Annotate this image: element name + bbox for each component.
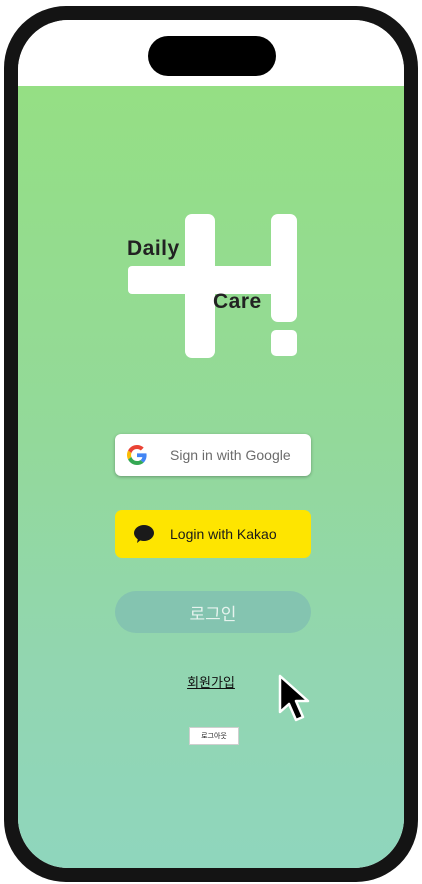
google-sign-in-button[interactable]: Sign in with Google [115,434,311,476]
kakao-login-button[interactable]: Login with Kakao [115,510,311,558]
phone-screen: Daily Care Sign in with Google Login wit… [18,20,404,868]
logo-word-care: Care [213,290,262,313]
mouse-pointer-icon [278,674,310,722]
signup-link[interactable]: 회원가입 [18,672,404,691]
logo-exclamation-dot [271,330,297,356]
logo-h-right-stem [271,214,297,322]
dynamic-island [148,36,276,76]
daily-care-logo: Daily Care [127,214,304,358]
status-bar [18,20,404,86]
logout-button[interactable]: 로그아웃 [189,727,239,745]
kakao-button-label: Login with Kakao [170,526,277,542]
logo-word-daily: Daily [127,237,180,260]
login-button[interactable]: 로그인 [115,591,311,633]
login-screen: Daily Care Sign in with Google Login wit… [18,86,404,868]
login-button-label: 로그인 [189,604,237,625]
google-button-label: Sign in with Google [170,447,291,463]
kakao-speech-bubble-icon [134,525,154,543]
phone-frame: Daily Care Sign in with Google Login wit… [4,6,418,882]
google-g-icon [127,445,147,465]
